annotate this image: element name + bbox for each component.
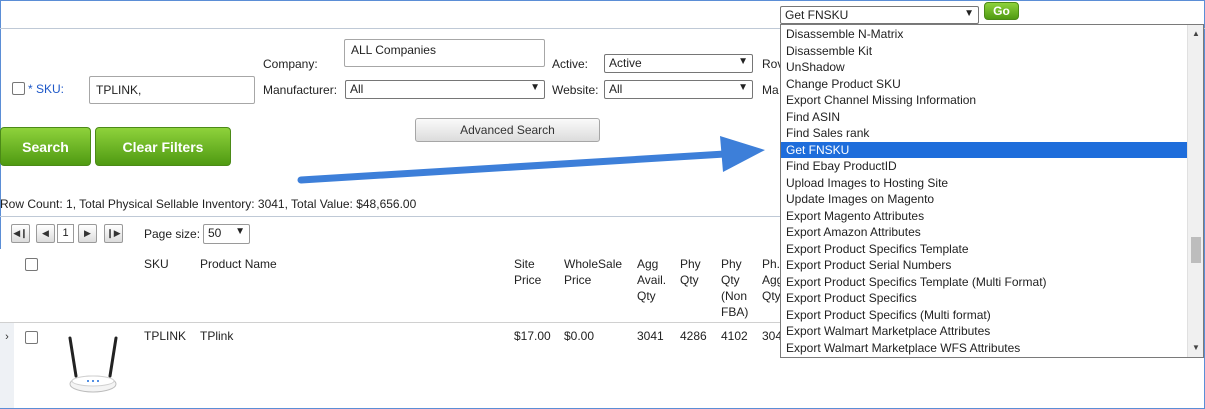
- header-text: Site: [514, 257, 535, 271]
- page-size-select[interactable]: 50 ▼: [203, 224, 250, 244]
- ma-label: Ma: [762, 83, 779, 97]
- company-input[interactable]: ALL Companies: [344, 39, 545, 67]
- header-text: (Non: [721, 289, 748, 303]
- dropdown-option[interactable]: Export Product Specifics: [781, 290, 1203, 307]
- website-label: Website:: [552, 83, 599, 97]
- dropdown-option-highlighted[interactable]: Get FNSKU: [781, 141, 1203, 158]
- header-wholesale-price[interactable]: WholeSale Price: [564, 256, 622, 288]
- dropdown-option[interactable]: UnShadow: [781, 59, 1203, 76]
- header-site-price[interactable]: Site Price: [514, 256, 541, 288]
- scrollbar-thumb[interactable]: [1191, 237, 1201, 263]
- dropdown-option[interactable]: Export Walmart Marketplace WFS Attribute…: [781, 340, 1203, 357]
- company-label: Company:: [263, 57, 318, 71]
- chevron-down-icon: ▼: [738, 82, 748, 93]
- dropdown-option[interactable]: Export Product Specifics Template (Multi…: [781, 274, 1203, 291]
- active-label: Active:: [552, 57, 589, 71]
- page-number[interactable]: 1: [57, 224, 74, 243]
- header-product-name[interactable]: Product Name: [200, 256, 277, 272]
- header-phy-qty[interactable]: Phy Qty: [680, 256, 701, 288]
- search-button[interactable]: Search: [0, 127, 91, 166]
- scroll-up-icon[interactable]: ▲: [1188, 27, 1203, 41]
- sku-label: * SKU:: [28, 82, 65, 96]
- dropdown-option[interactable]: Upload Images to Hosting Site: [781, 175, 1203, 192]
- active-select[interactable]: Active ▼: [604, 54, 753, 73]
- header-text: WholeSale: [564, 257, 623, 271]
- dropdown-option[interactable]: Disassemble Kit: [781, 43, 1203, 60]
- prev-page-button[interactable]: ◀: [36, 224, 55, 243]
- next-page-button[interactable]: ▶: [78, 224, 97, 243]
- header-text: Qty: [721, 273, 740, 287]
- manufacturer-label: Manufacturer:: [263, 83, 338, 97]
- chevron-down-icon: ▼: [964, 8, 974, 19]
- dropdown-option[interactable]: Find Sales rank: [781, 125, 1203, 142]
- router-product-image: [68, 336, 118, 393]
- row-sku[interactable]: TPLINK: [144, 329, 186, 343]
- divider: [0, 216, 780, 217]
- header-text: FBA): [721, 305, 749, 319]
- page-size-value: 50: [208, 226, 222, 240]
- dropdown-option[interactable]: Export Magento Attributes: [781, 208, 1203, 225]
- dropdown-option[interactable]: Find Ebay ProductID: [781, 158, 1203, 175]
- last-page-button[interactable]: ❙▶: [104, 224, 123, 243]
- row-count-summary: Row Count: 1, Total Physical Sellable In…: [0, 197, 417, 211]
- active-value: Active: [609, 56, 642, 70]
- header-agg-avail-qty[interactable]: Agg Avail. Qty: [637, 256, 666, 304]
- chevron-down-icon: ▼: [530, 82, 540, 93]
- header-text: Phy: [721, 257, 742, 271]
- action-select[interactable]: Get FNSKU ▼: [780, 6, 979, 24]
- row-checkbox[interactable]: [25, 331, 38, 344]
- dropdown-option[interactable]: Find ASIN: [781, 109, 1203, 126]
- go-button[interactable]: Go: [984, 2, 1019, 20]
- chevron-down-icon: ▼: [235, 226, 245, 237]
- dropdown-option[interactable]: Export Channel Missing Information: [781, 92, 1203, 109]
- dropdown-option[interactable]: Export Amazon Attributes: [781, 224, 1203, 241]
- row-product-name[interactable]: TPlink: [200, 329, 233, 343]
- row-wholesale-price: $0.00: [564, 329, 595, 343]
- dropdown-option[interactable]: Change Product SKU: [781, 76, 1203, 93]
- row-phy-non-fba: 4102: [721, 329, 748, 343]
- header-text: Qty: [637, 289, 656, 303]
- manufacturer-value: All: [350, 82, 364, 96]
- header-text: Price: [564, 273, 592, 287]
- header-phy-qty-non-fba[interactable]: Phy Qty (Non FBA): [721, 256, 748, 320]
- scroll-down-icon[interactable]: ▼: [1188, 341, 1203, 355]
- dropdown-scrollbar[interactable]: ▲ ▼: [1187, 25, 1203, 357]
- header-text: Price: [514, 273, 542, 287]
- header-sku[interactable]: SKU: [144, 256, 169, 272]
- chevron-down-icon: ▼: [738, 56, 748, 67]
- manufacturer-select[interactable]: All ▼: [345, 80, 545, 99]
- dropdown-option[interactable]: Export Product Serial Numbers: [781, 257, 1203, 274]
- dropdown-option[interactable]: Export Product Specifics Template: [781, 241, 1203, 258]
- header-text: Agg: [637, 257, 659, 271]
- dropdown-option[interactable]: Export Product Specifics (Multi format): [781, 307, 1203, 324]
- header-text: Qty: [680, 273, 699, 287]
- row-agg-qty: 3041: [637, 329, 664, 343]
- row-site-price: $17.00: [514, 329, 551, 343]
- dropdown-items: Disassemble N-Matrix Disassemble Kit UnS…: [781, 25, 1203, 356]
- dropdown-option[interactable]: Disassemble N-Matrix: [781, 26, 1203, 43]
- select-all-checkbox[interactable]: [25, 258, 38, 271]
- header-text: Avail.: [637, 273, 667, 287]
- header-text: Phy: [680, 257, 701, 271]
- row-phy-qty: 4286: [680, 329, 707, 343]
- first-page-button[interactable]: ◀❙: [11, 224, 30, 243]
- arrow-annotation: [297, 136, 765, 184]
- clear-filters-button[interactable]: Clear Filters: [95, 127, 231, 166]
- website-select[interactable]: All ▼: [604, 80, 753, 99]
- dropdown-option[interactable]: Export Walmart Marketplace Attributes: [781, 323, 1203, 340]
- website-value: All: [609, 82, 623, 96]
- expand-row-icon[interactable]: ›: [0, 323, 14, 408]
- sku-input[interactable]: TPLINK,: [89, 76, 255, 104]
- action-select-value: Get FNSKU: [785, 8, 849, 22]
- sku-checkbox[interactable]: [12, 82, 25, 95]
- page-size-label: Page size:: [144, 227, 201, 241]
- action-dropdown-list[interactable]: Disassemble N-Matrix Disassemble Kit UnS…: [780, 24, 1204, 358]
- dropdown-option[interactable]: Update Images on Magento: [781, 191, 1203, 208]
